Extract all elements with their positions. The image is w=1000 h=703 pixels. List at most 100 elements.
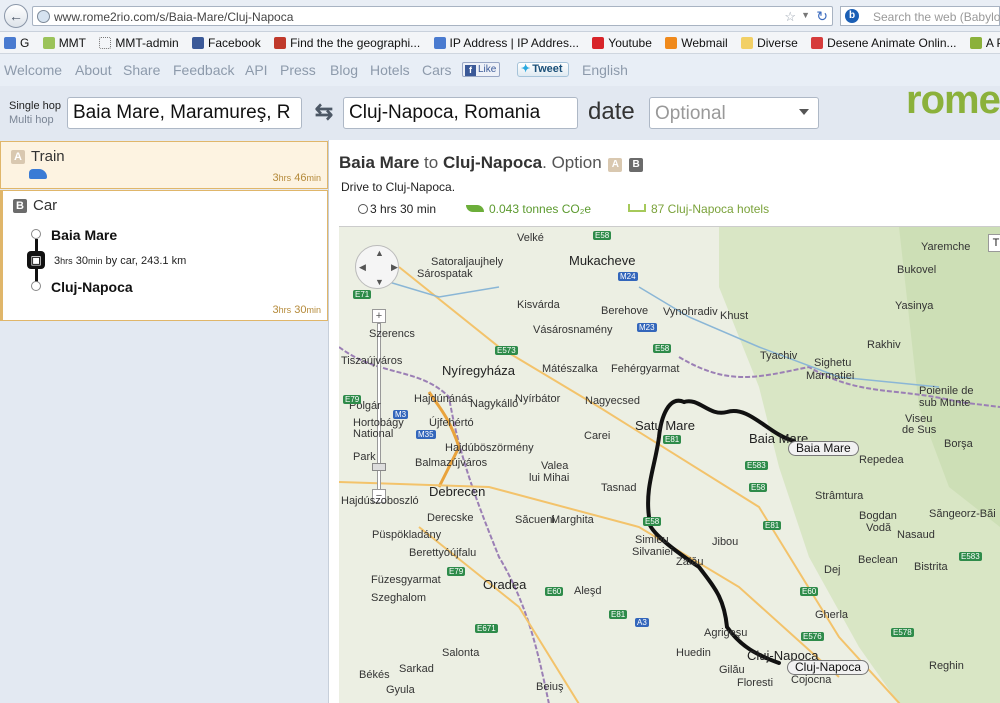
road-shield: E81 [609, 610, 628, 619]
map-label: Püspökladány [372, 529, 442, 541]
map-label: Aleşd [574, 585, 602, 597]
twitter-bird-icon: ✦ [521, 63, 531, 75]
dropdown-arrow-icon[interactable]: ▼ [801, 10, 810, 20]
back-button[interactable]: ← [4, 4, 28, 28]
nav-about[interactable]: About [75, 62, 112, 78]
map-label: Hajdúszoboszló [341, 495, 419, 507]
single-hop-option[interactable]: Single hop [9, 100, 61, 112]
destination-input[interactable]: Cluj-Napoca, Romania [343, 97, 578, 129]
map-label: lui Mihai [529, 472, 570, 484]
nav-feedback[interactable]: Feedback [173, 62, 234, 78]
map-label: Mátészalka [542, 363, 598, 375]
results-panel: A Train 3hrs 46min B Car Baia Mare ▣ 3hrs … [0, 140, 329, 703]
origin-stop-marker [31, 229, 41, 239]
road-shield: E58 [749, 483, 768, 492]
map-label: Silvaniei [632, 546, 673, 558]
pan-control[interactable]: ▲ ▼ ◀ ▶ [355, 245, 399, 289]
map-label: Valea [541, 460, 569, 472]
nav-welcome[interactable]: Welcome [4, 62, 62, 78]
hotels-link[interactable]: 87 Cluj-Napoca hotels [628, 202, 769, 216]
multi-hop-option[interactable]: Multi hop [9, 114, 54, 126]
map-label: Debrecen [429, 484, 486, 499]
road-shield: E58 [653, 344, 672, 353]
bookmark-item[interactable]: Diverse [741, 32, 798, 53]
pan-right-icon[interactable]: ▶ [391, 262, 398, 273]
bookmark-item[interactable]: Webmail [665, 32, 728, 53]
zoom-slider-thumb[interactable] [372, 463, 386, 471]
map-label: Berettyóújfalu [409, 547, 477, 559]
reload-icon[interactable]: ↻ [816, 8, 828, 25]
tweet-button[interactable]: ✦ Tweet [517, 62, 569, 77]
route-instruction: Drive to Cluj-Napoca. [341, 180, 456, 194]
search-engine-icon[interactable]: b [845, 9, 859, 23]
map-label: Borşa [944, 438, 973, 450]
map-label: Újfehértó [429, 417, 474, 429]
folder-icon [741, 37, 754, 49]
date-select[interactable]: Optional [649, 97, 819, 129]
nav-hotels[interactable]: Hotels [370, 62, 410, 78]
map-label: Marghita [551, 514, 594, 526]
origin-input[interactable]: Baia Mare, Maramureş, R [67, 97, 302, 129]
trip-duration: 3 hrs 30 min [358, 202, 436, 216]
road-shield: E583 [745, 461, 768, 470]
nav-api[interactable]: API [245, 62, 268, 78]
map-label: Cojocna [791, 674, 832, 686]
map-label: Oradea [483, 577, 527, 592]
map-label: Beclean [858, 554, 898, 566]
origin-map-marker[interactable]: Baia Mare [788, 441, 859, 456]
map-label: Poienile de [919, 385, 974, 397]
bookmark-item[interactable]: Desene Animate Onlin... [811, 32, 957, 53]
bookmark-item[interactable]: MMT-admin [99, 32, 179, 53]
map-label: Vásárosnamény [533, 324, 613, 336]
bookmark-star-icon[interactable]: ☆ [784, 9, 796, 25]
route-title: A Train [11, 148, 65, 165]
option-a-tag[interactable]: A [608, 158, 623, 172]
facebook-like-button[interactable]: f Like [462, 62, 500, 77]
option-b-tag[interactable]: B [629, 158, 644, 172]
bookmark-item[interactable]: MMT [42, 32, 86, 53]
nav-cars[interactable]: Cars [422, 62, 452, 78]
bookmark-item[interactable]: Facebook [192, 32, 261, 53]
map-label: Tiszaújváros [341, 355, 403, 367]
web-search-box[interactable]: b Search the web (Babylon [840, 6, 1000, 26]
address-bar[interactable]: www.rome2rio.com/s/Baia-Mare/Cluj-Napoca… [32, 6, 833, 26]
map-type-button[interactable]: T [988, 234, 1000, 252]
route-option-train[interactable]: A Train 3hrs 46min [0, 141, 328, 189]
route-option-car[interactable]: B Car Baia Mare ▣ 3hrs 30min by car, 243.… [0, 190, 328, 321]
road-shield: E573 [495, 346, 518, 355]
nav-press[interactable]: Press [280, 62, 316, 78]
nav-share[interactable]: Share [123, 62, 160, 78]
road-shield: E60 [800, 587, 819, 596]
road-shield: E60 [545, 587, 564, 596]
bookmark-item[interactable]: Youtube [592, 32, 652, 53]
bookmark-item[interactable]: G [4, 32, 29, 53]
bookmark-item[interactable]: A Pattern Languag [969, 32, 1000, 53]
nav-language[interactable]: English [582, 62, 628, 78]
destination-place[interactable]: Cluj-Napoca [51, 279, 133, 295]
map-label: Jibou [712, 536, 739, 548]
zoom-in-button[interactable]: + [372, 309, 386, 323]
map-label: Gherla [815, 609, 849, 621]
route-duration: 3hrs 46min [272, 172, 321, 184]
origin-place[interactable]: Baia Mare [51, 227, 117, 243]
option-a-tag: A [11, 150, 25, 164]
map-label: Berehove [601, 305, 649, 317]
pan-up-icon[interactable]: ▲ [375, 248, 384, 258]
road-shield: E578 [891, 628, 914, 637]
destination-map-marker[interactable]: Cluj-Napoca [787, 660, 870, 675]
clock-icon [358, 204, 368, 214]
map-label: Tyachiv [760, 350, 798, 362]
nav-blog[interactable]: Blog [330, 62, 358, 78]
site-logo[interactable]: rome [906, 78, 1000, 123]
address-url[interactable]: www.rome2rio.com/s/Baia-Mare/Cluj-Napoca [54, 10, 293, 24]
swap-direction-icon[interactable]: ⇆ [311, 101, 337, 123]
bookmark-item[interactable]: IP Address | IP Addres... [433, 32, 579, 53]
route-map[interactable]: ▲ ▼ ◀ ▶ + − T Velké Satoraljaujhely Sáro… [339, 226, 1000, 703]
pan-left-icon[interactable]: ◀ [359, 262, 366, 273]
map-label: Strâmtura [815, 490, 864, 502]
pan-down-icon[interactable]: ▼ [375, 277, 384, 287]
bookmark-item[interactable]: Find the the geographi... [274, 32, 420, 53]
road-shield: E81 [763, 521, 782, 530]
map-label: sub Munte [919, 397, 971, 409]
co2-emission[interactable]: 0.043 tonnes CO₂e [466, 202, 591, 216]
